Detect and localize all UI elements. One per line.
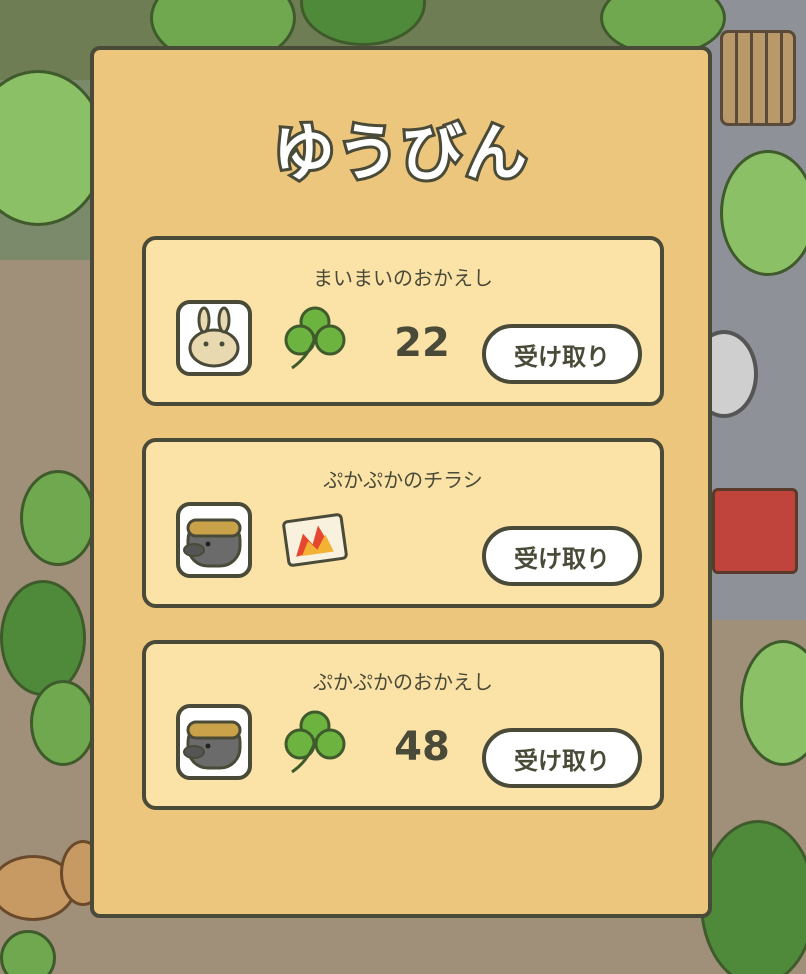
mail-card: ぷかぷかのおかえし 48 受け取り (142, 640, 664, 810)
clover-count: 22 (394, 320, 450, 366)
fence (720, 30, 796, 126)
leaf (720, 150, 806, 276)
mailbox (712, 488, 798, 574)
clover-count: 48 (394, 724, 450, 770)
mail-sender: ぷかぷかのおかえし (313, 670, 493, 694)
leaf (30, 680, 96, 766)
panel-title: ゆうびん (270, 113, 530, 192)
snail-rabbit-icon (176, 300, 252, 376)
mole-icon (176, 502, 252, 578)
receive-button[interactable]: 受け取り (482, 324, 642, 384)
flyer-icon (280, 504, 350, 574)
clover-icon (280, 706, 350, 776)
mole-icon (176, 704, 252, 780)
receive-button[interactable]: 受け取り (482, 728, 642, 788)
mail-sender: まいまいのおかえし (313, 266, 493, 290)
mail-sender: ぷかぷかのチラシ (323, 468, 483, 492)
mail-card: まいまいのおかえし 22 受け取り (142, 236, 664, 406)
mail-card: ぷかぷかのチラシ 受け取り (142, 438, 664, 608)
mail-panel: ゆうびん まいまいのおかえし 22 受け取り ぷかぷかのチラシ 受け取り ぷかぷ… (90, 46, 712, 918)
receive-button[interactable]: 受け取り (482, 526, 642, 586)
clover-icon (280, 302, 350, 372)
leaf (20, 470, 96, 566)
leaf (0, 580, 86, 696)
